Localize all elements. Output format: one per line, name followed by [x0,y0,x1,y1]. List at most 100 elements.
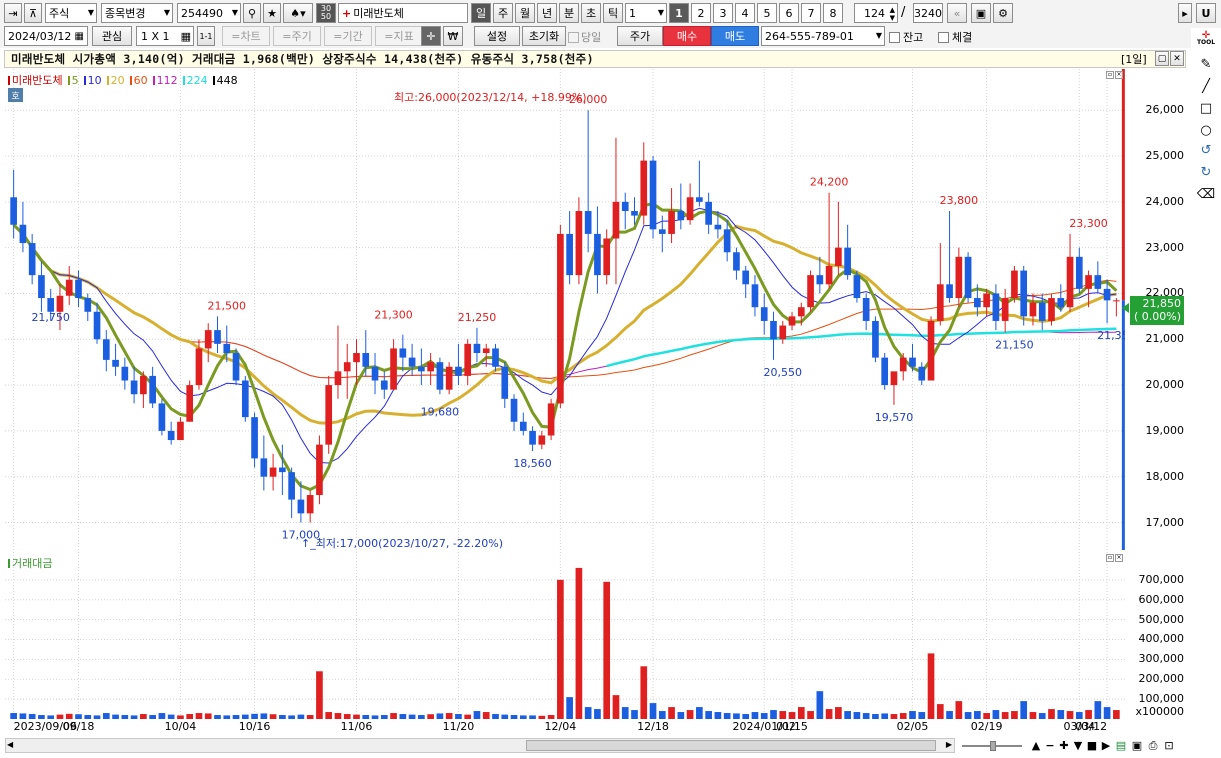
count-input[interactable]: 124 ▲ ▼ [854,3,898,23]
candle-18 [177,417,184,441]
minus-icon[interactable]: − [1044,738,1056,753]
stock-name-field[interactable]: + 미래반도체 [338,3,468,23]
period-button[interactable]: =기간 [324,26,372,46]
date-input[interactable]: 2024/03/12 ▦ [4,26,88,46]
stock-change-select[interactable]: 종목변경 ▼ [101,3,173,23]
link-icon[interactable]: ⇥ [4,3,22,23]
scroll-left-icon[interactable]: ◀ [7,740,13,749]
chart-button[interactable]: =차트 [222,26,270,46]
candle-body-86 [807,275,814,308]
calendar-icon[interactable]: ▦ [75,31,84,42]
legend-ma20: 20 [110,73,125,87]
candle-body-95 [890,371,898,386]
scroll-right-icon[interactable]: ▶ [946,740,952,749]
stop-icon[interactable]: ■ [1086,738,1098,753]
watchlist-button[interactable]: 관심 [92,26,132,46]
u-button[interactable]: U [1196,3,1216,23]
order-book-toggle[interactable]: 호 [8,88,23,102]
settings-button[interactable]: 설정 [474,26,520,46]
print-icon[interactable]: ⎙ [1146,738,1160,753]
undo-icon[interactable]: ↺ [1195,140,1217,160]
balance-checkbox[interactable]: 잔고 [889,29,923,45]
crosshair-icon[interactable]: ✛ [421,26,441,46]
eraser-icon[interactable]: ⌫ [1195,184,1217,204]
search-icon[interactable]: ⚲ [243,3,261,23]
circle-icon[interactable]: ○ [1195,120,1217,140]
panel-close-icon[interactable]: × [1115,71,1123,79]
candle-body-78 [733,252,740,271]
ma224-line [606,327,1117,368]
panel-minimize-icon[interactable]: ▫ [1106,71,1114,79]
zoom-out-icon[interactable]: ▲ [1030,738,1042,753]
stock-code-input[interactable]: 254490 ▼ [177,3,241,23]
price-button[interactable]: 주가 [617,26,663,46]
period-tab-minute[interactable]: 분 [559,3,579,23]
reset-button[interactable]: 초기화 [522,26,566,46]
period-tab-second[interactable]: 초 [581,3,601,23]
buy-button[interactable]: 매수 [663,26,711,46]
page-button-3[interactable]: 3 [713,3,733,23]
volume-close-icon[interactable]: × [1115,554,1123,562]
volume-legend: 거래대금 [8,555,52,571]
zoom-slider[interactable] [958,738,1026,753]
indicator-button[interactable]: =지표 [375,26,423,46]
volume-minimize-icon[interactable]: ▫ [1106,554,1114,562]
horizontal-scrollbar[interactable]: ◀ ▶ [5,738,955,753]
layout-select[interactable]: 1 X 1 ▦ [136,26,194,46]
page-button-8[interactable]: 8 [823,3,843,23]
period-tab-tick[interactable]: 틱 [603,3,623,23]
ratio-badge[interactable]: 30 50 [316,3,336,23]
zoom-in-icon[interactable]: ▼ [1072,738,1084,753]
save-icon[interactable]: ▣ [971,3,991,23]
play-icon[interactable]: ▶ [1100,738,1112,753]
pin-icon[interactable]: ⊼ [24,3,42,23]
candle-93 [872,316,879,363]
page-button-7[interactable]: 7 [801,3,821,23]
line-icon[interactable]: ╱ [1195,76,1217,96]
scroll-thumb[interactable] [526,740,936,751]
cycle-button[interactable]: =주기 [273,26,321,46]
capture-icon[interactable]: ⊡ [1162,738,1176,753]
interval-select[interactable]: 1 ▼ [625,3,667,23]
restore-icon[interactable]: ▢ [1155,51,1169,66]
price-chart-panel[interactable]: 26,000 24,200 23,800 23,300 21,500 21,300 21,2… [5,69,1125,550]
page-button-2[interactable]: 2 [691,3,711,23]
pencil-icon[interactable]: ✎ [1195,54,1217,74]
favorite-star-icon[interactable]: ★ [263,3,281,23]
same-day-checkbox[interactable]: 당일 [568,29,601,45]
fill-checkbox[interactable]: 체결 [938,29,972,45]
account-select[interactable]: 264-555-789-01 ▼ [761,26,885,46]
candle-22 [214,316,221,354]
period-tab-year[interactable]: 년 [537,3,557,23]
single-layout-button[interactable]: 1-1 [197,26,215,46]
candle-body-5 [56,295,64,312]
page-button-1[interactable]: 1 [669,3,689,23]
market-select[interactable]: 주식 ▼ [45,3,97,23]
redo-icon[interactable]: ↻ [1195,162,1217,182]
updown-icon[interactable]: ♠▾ [283,3,313,23]
period-tab-week[interactable]: 주 [493,3,513,23]
sell-button[interactable]: 매도 [711,26,759,46]
excel-icon[interactable]: ▤ [1114,738,1128,753]
settings-gear-icon[interactable]: ⚙ [993,3,1013,23]
candle-body-117 [1094,275,1102,289]
candle-39 [371,353,379,395]
volume-bar-80 [751,712,759,719]
period-tab-month[interactable]: 월 [515,3,535,23]
close-icon[interactable]: ✕ [1170,51,1184,66]
period-tab-day[interactable]: 일 [471,3,491,23]
candle-114 [1066,233,1074,312]
rewind-icon[interactable]: « [947,3,967,23]
expand-right-icon[interactable]: ▸ [1178,3,1192,23]
page-button-4[interactable]: 4 [735,3,755,23]
candle-body-111 [1038,302,1046,321]
page-button-5[interactable]: 5 [757,3,777,23]
won-button[interactable]: ₩ [443,26,463,46]
candle-47 [445,362,453,395]
rectangle-icon[interactable]: □ [1195,98,1217,118]
volume-chart-panel[interactable]: 거래대금 ▫ × [5,552,1125,719]
plus-icon[interactable]: ✚ [1058,738,1070,753]
page-button-6[interactable]: 6 [779,3,799,23]
volume-bar-63 [594,709,601,719]
save-chart-icon[interactable]: ▣ [1130,738,1144,753]
